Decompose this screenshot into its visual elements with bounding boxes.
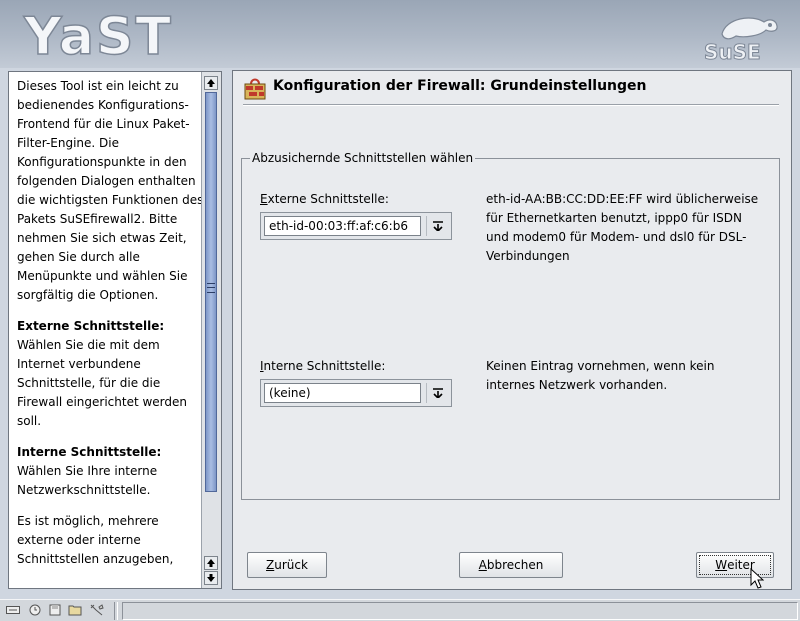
clock-icon[interactable] bbox=[28, 604, 42, 616]
internal-label-text: nterne Schnittstelle: bbox=[263, 359, 386, 373]
suse-logo: SuSE bbox=[704, 17, 778, 62]
help-section-external: Externe Schnittstelle: Wählen Sie die mi… bbox=[17, 317, 205, 431]
help-panel[interactable]: Dieses Tool ist ein leicht zu bedienende… bbox=[8, 71, 222, 589]
back-accel: Z bbox=[266, 558, 275, 572]
help-section-internal: Interne Schnittstelle: Wählen Sie Ihre i… bbox=[17, 443, 205, 500]
arrow-up-icon bbox=[207, 79, 215, 87]
help-paragraph-multiple: Es ist möglich, mehrere externe oder int… bbox=[17, 514, 174, 566]
abort-label: bbrechen bbox=[486, 558, 544, 572]
help-scrollbar[interactable] bbox=[201, 72, 221, 588]
external-interface-combo[interactable]: eth-id-00:03:ff:af:c6:b6 bbox=[260, 212, 452, 240]
external-interface-value[interactable]: eth-id-00:03:ff:af:c6:b6 bbox=[264, 216, 421, 236]
firewall-icon bbox=[244, 78, 266, 100]
arrow-up-icon bbox=[207, 559, 215, 567]
help-paragraph-internal: Wählen Sie Ihre interne Netzwerkschnitts… bbox=[17, 464, 158, 497]
external-interface-label: Externe Schnittstelle: bbox=[260, 192, 389, 206]
chevron-down-icon bbox=[432, 221, 443, 231]
scrollbar-thumb[interactable] bbox=[205, 92, 217, 492]
title-divider bbox=[243, 104, 779, 106]
disk-icon[interactable] bbox=[48, 604, 62, 616]
dialog-panel: Konfiguration der Firewall: Grundeinstel… bbox=[232, 70, 792, 590]
folder-icon[interactable] bbox=[68, 604, 82, 616]
help-heading-internal: Interne Schnittstelle: bbox=[17, 445, 162, 459]
yast-logo: YaST bbox=[22, 10, 173, 62]
scroll-up-button-lower[interactable] bbox=[204, 556, 218, 570]
arrow-down-icon bbox=[207, 574, 215, 582]
dialog-title: Konfiguration der Firewall: Grundeinstel… bbox=[273, 78, 647, 94]
chevron-down-icon bbox=[432, 388, 443, 398]
scroll-up-button[interactable] bbox=[204, 76, 218, 90]
taskbar bbox=[0, 599, 800, 621]
next-accel: W bbox=[715, 558, 728, 572]
scroll-down-button[interactable] bbox=[204, 571, 218, 585]
svg-text:YaST: YaST bbox=[23, 10, 173, 62]
help-paragraph-intro: Dieses Tool ist ein leicht zu bedienende… bbox=[17, 79, 204, 302]
internal-interface-label: Interne Schnittstelle: bbox=[260, 359, 385, 373]
interfaces-groupbox: Abzusichernde Schnittstellen wählen Exte… bbox=[241, 151, 780, 500]
groupbox-label: Abzusichernde Schnittstellen wählen bbox=[250, 151, 476, 165]
abort-accel: A bbox=[478, 558, 487, 572]
internal-combo-dropdown-button[interactable] bbox=[426, 383, 448, 403]
back-button[interactable]: Zurück bbox=[247, 552, 327, 578]
abort-button[interactable]: Abbrechen bbox=[459, 552, 563, 578]
external-label-accel: E bbox=[260, 192, 268, 206]
keyboard-icon[interactable] bbox=[6, 604, 20, 616]
help-heading-external: Externe Schnittstelle: bbox=[17, 319, 165, 333]
grip-icon bbox=[207, 283, 215, 293]
external-combo-dropdown-button[interactable] bbox=[426, 216, 448, 236]
help-text: Dieses Tool ist ein leicht zu bedienende… bbox=[17, 77, 205, 587]
internal-interface-value[interactable]: (keine) bbox=[264, 383, 421, 403]
taskbar-task-area[interactable] bbox=[122, 602, 798, 620]
svg-text:SuSE: SuSE bbox=[704, 40, 761, 62]
external-interface-description: eth-id-AA:BB:CC:DD:EE:FF wird üblicherwe… bbox=[486, 192, 759, 263]
back-label: urück bbox=[274, 558, 308, 572]
yast-header: YaST SuSE bbox=[0, 0, 800, 68]
internal-interface-description: Keinen Eintrag vornehmen, wenn kein inte… bbox=[486, 359, 715, 392]
external-label-text: xterne Schnittstelle: bbox=[267, 192, 389, 206]
internal-interface-combo[interactable]: (keine) bbox=[260, 379, 452, 407]
help-paragraph-external: Wählen Sie die mit dem Internet verbunde… bbox=[17, 338, 187, 428]
mouse-pointer-icon bbox=[750, 568, 764, 589]
tools-icon[interactable] bbox=[90, 604, 104, 616]
taskbar-separator bbox=[114, 602, 118, 620]
